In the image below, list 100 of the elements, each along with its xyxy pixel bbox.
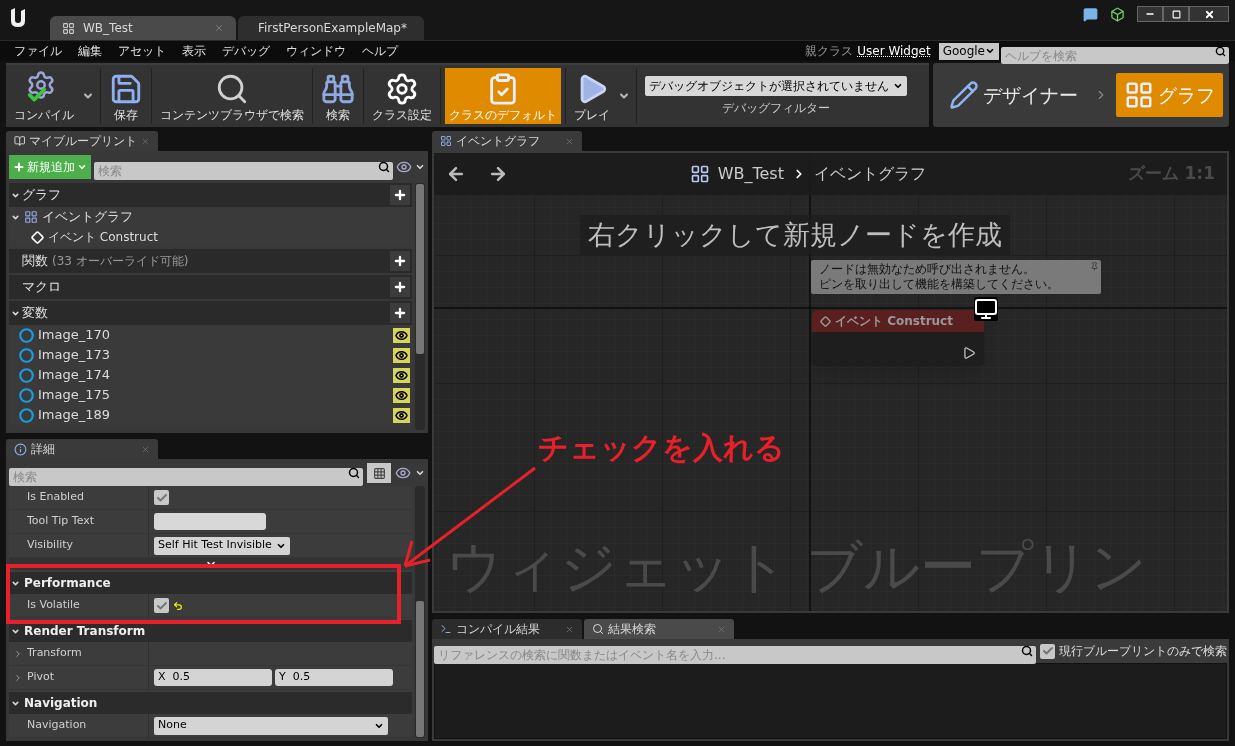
breadcrumb-item[interactable]: イベントグラフ bbox=[813, 162, 926, 186]
diagram-icon bbox=[1124, 80, 1154, 110]
caret-icon bbox=[985, 46, 995, 56]
text-field[interactable] bbox=[154, 513, 266, 530]
panel-tab[interactable]: 結果検索 bbox=[584, 619, 734, 639]
menu-item[interactable]: 編集 bbox=[70, 42, 110, 60]
close-button[interactable] bbox=[1189, 6, 1229, 22]
caret-icon[interactable] bbox=[415, 468, 425, 478]
add-button[interactable] bbox=[390, 185, 410, 205]
chat-icon[interactable] bbox=[1083, 6, 1098, 22]
variable-item[interactable]: Image_170 bbox=[38, 325, 111, 345]
node-title: イベント Construct bbox=[835, 313, 953, 330]
variable-item[interactable]: Image_175 bbox=[38, 385, 111, 405]
panel-tab[interactable]: 詳細 bbox=[6, 439, 158, 459]
toolbar-button[interactable]: 検索 bbox=[317, 68, 359, 124]
pencil-icon bbox=[949, 80, 979, 110]
toolbar-button[interactable]: クラス設定 bbox=[368, 68, 436, 124]
property-label: Visibility bbox=[27, 537, 74, 554]
plus-icon bbox=[393, 306, 407, 320]
view-options-icon[interactable] bbox=[395, 465, 411, 481]
graph-icon bbox=[24, 210, 38, 224]
graph-item[interactable]: イベントグラフ bbox=[42, 207, 133, 227]
panel-tab[interactable]: マイブループリント bbox=[6, 131, 158, 151]
search-icon[interactable] bbox=[348, 467, 360, 479]
property-label: Is Volatile bbox=[27, 597, 80, 614]
property-label: Is Enabled bbox=[27, 489, 84, 506]
parent-class-link[interactable]: User Widget bbox=[857, 42, 931, 60]
variable-item[interactable]: Image_174 bbox=[38, 365, 111, 385]
menu-item[interactable]: ファイル bbox=[6, 42, 70, 60]
number-field[interactable]: X 0.5 bbox=[154, 669, 272, 686]
event-item[interactable]: イベント Construct bbox=[48, 228, 158, 246]
section-note: (33 オーバーライド可能) bbox=[52, 253, 189, 270]
mode-button[interactable]: デザイナー bbox=[941, 73, 1086, 117]
menu-item[interactable]: 表示 bbox=[174, 42, 214, 60]
caret-icon[interactable] bbox=[415, 162, 425, 172]
comment-text: ピンを取り出して機能を構築してください。 bbox=[819, 277, 1060, 292]
variable-ring-icon bbox=[19, 387, 34, 403]
checkbox[interactable] bbox=[154, 598, 169, 613]
menu-item[interactable]: ウィンドウ bbox=[278, 42, 354, 60]
panel-tab[interactable]: イベントグラフ bbox=[432, 131, 582, 151]
grid-view-button[interactable] bbox=[367, 463, 391, 483]
toolbar-button[interactable]: コンパイル bbox=[10, 68, 78, 124]
dropdown[interactable]: None bbox=[154, 716, 388, 735]
toolbar-button[interactable]: プレイ bbox=[570, 68, 614, 124]
check-icon bbox=[155, 491, 168, 504]
property-label: Tool Tip Text bbox=[27, 513, 95, 530]
check-icon bbox=[155, 599, 168, 612]
toolbar-button[interactable]: コンテンツブラウザで検索 bbox=[156, 68, 308, 124]
minimize-button[interactable] bbox=[1137, 6, 1163, 22]
event-node[interactable]: イベント Construct bbox=[812, 310, 984, 366]
close-icon bbox=[1203, 8, 1215, 20]
cube-icon[interactable] bbox=[1110, 6, 1125, 22]
variable-item[interactable]: Image_173 bbox=[38, 345, 111, 365]
section-title: 変数 bbox=[22, 304, 48, 323]
variable-ring-icon bbox=[19, 347, 34, 363]
menu-item[interactable]: ヘルプ bbox=[354, 42, 406, 60]
debug-object-dropdown[interactable]: デバッグオブジェクトが選択されていません bbox=[645, 75, 907, 96]
add-button[interactable] bbox=[390, 303, 410, 323]
search-engine-dropdown[interactable]: Google bbox=[938, 42, 999, 60]
plus-icon bbox=[393, 188, 407, 202]
search-field[interactable]: 検索 bbox=[9, 468, 363, 486]
book-icon bbox=[14, 135, 26, 147]
document-tab[interactable]: WB_Test bbox=[50, 16, 236, 40]
caret-icon bbox=[77, 162, 87, 172]
dropdown[interactable]: Self Hit Test Invisible bbox=[154, 536, 290, 555]
scrollbar-thumb[interactable] bbox=[416, 601, 424, 737]
eye-icon[interactable] bbox=[393, 347, 410, 363]
exec-pin-icon[interactable] bbox=[962, 346, 976, 360]
toolbar-button[interactable]: 保存 bbox=[105, 68, 147, 124]
number-field[interactable]: Y 0.5 bbox=[275, 669, 393, 686]
eye-icon[interactable] bbox=[393, 367, 410, 383]
breadcrumb-item[interactable]: WB_Test bbox=[717, 162, 784, 186]
search-field[interactable]: 検索 bbox=[94, 162, 393, 180]
add-button[interactable] bbox=[390, 277, 410, 297]
search-icon[interactable] bbox=[1215, 45, 1226, 57]
document-tab[interactable]: FirstPersonExampleMap* bbox=[238, 16, 424, 40]
scrollbar-thumb[interactable] bbox=[416, 184, 424, 354]
close-icon[interactable] bbox=[565, 624, 574, 634]
variable-item[interactable]: Image_189 bbox=[38, 405, 111, 425]
magnifier-icon bbox=[592, 623, 604, 635]
maximize-button[interactable] bbox=[1163, 6, 1189, 22]
menu-item[interactable]: アセット bbox=[110, 42, 174, 60]
eye-icon[interactable] bbox=[393, 327, 410, 343]
menu-item[interactable]: デバッグ bbox=[214, 42, 278, 60]
search-icon[interactable] bbox=[1021, 645, 1033, 657]
search-icon[interactable] bbox=[378, 161, 390, 173]
variable-ring-icon bbox=[19, 327, 34, 343]
eye-icon[interactable] bbox=[393, 407, 410, 423]
view-options-icon[interactable] bbox=[396, 159, 412, 175]
magnifier-icon bbox=[215, 72, 249, 106]
checkbox[interactable] bbox=[154, 490, 169, 505]
checkbox[interactable] bbox=[1040, 643, 1055, 659]
eye-icon[interactable] bbox=[393, 387, 410, 403]
reset-arrow-icon[interactable] bbox=[173, 600, 183, 611]
section-title: 関数 bbox=[22, 252, 48, 271]
plus-icon bbox=[13, 161, 25, 173]
graph-hint: 右クリックして新規ノードを作成 bbox=[580, 215, 1010, 255]
console-icon bbox=[440, 623, 452, 635]
add-button[interactable] bbox=[390, 251, 410, 271]
panel-tab[interactable]: コンパイル結果 bbox=[432, 619, 582, 639]
